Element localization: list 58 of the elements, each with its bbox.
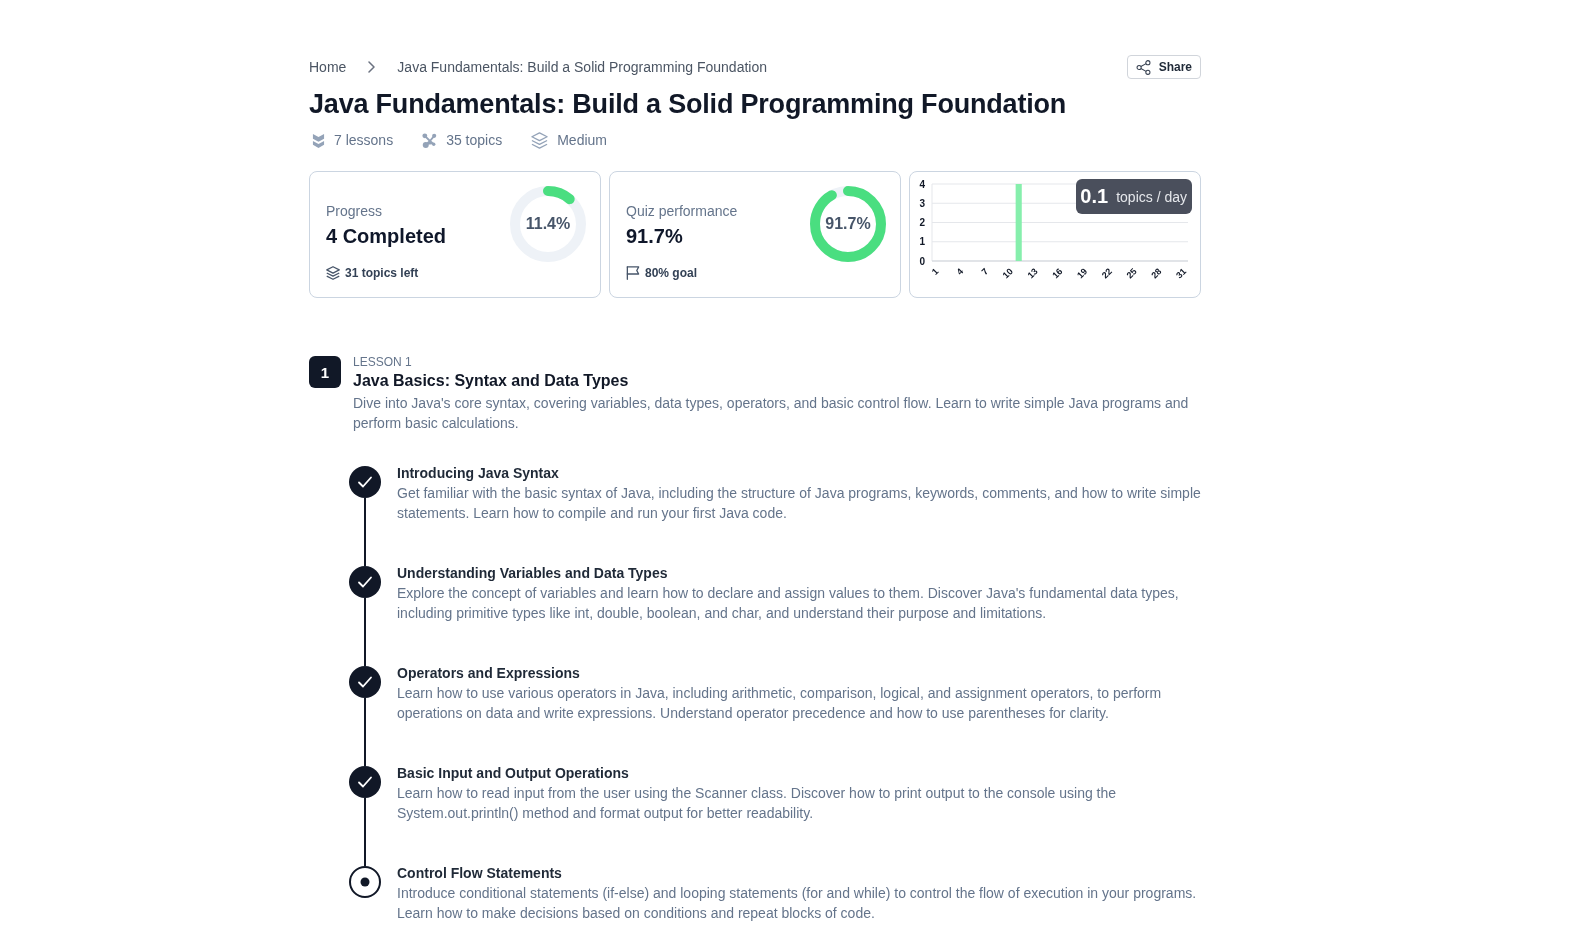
stat-value: 4 Completed (326, 224, 447, 248)
x-tick-label: 13 (1025, 266, 1040, 281)
x-tick-label: 4 (954, 266, 966, 277)
chevron-right-icon (368, 61, 376, 73)
x-tick-label: 16 (1050, 266, 1065, 281)
topic-description: Get familiar with the basic syntax of Java, including the structure of Java programs, keywords, comments, and how to write simple statements. Learn how to compile and run your first Java code. (397, 484, 1201, 523)
topic-count: 35 topics (446, 132, 503, 148)
lesson-label: LESSON 1 (353, 355, 413, 369)
layers-icon (326, 266, 340, 280)
y-tick-label: 1 (919, 236, 925, 248)
stat-footnote: 80% goal (645, 265, 698, 281)
topic-description: Explore the concept of variables and learn how to declare and assign values to them. Discover Java's fundamental data types, including primitive types like int, double, boolean, and char, and understand their purpose and limitations. (397, 584, 1180, 623)
x-tick-label: 19 (1075, 266, 1090, 281)
y-tick-label: 3 (919, 197, 925, 209)
x-tick-label: 22 (1099, 266, 1114, 281)
x-tick-label: 25 (1124, 266, 1139, 281)
lesson-count: 7 lessons (334, 132, 394, 148)
ring-percentage: 91.7% (825, 215, 871, 233)
flag-icon (626, 266, 640, 280)
timeline-connector (364, 798, 366, 866)
topic-description: Introduce conditional statements (if-else) and looping statements (for and while) to control the flow of execution in your programs. Learn how to make decisions based on conditions and repeat blocks of code. (397, 884, 1198, 923)
lesson-description: Dive into Java's core syntax, covering variables, data types, operators, and basic control flow. Learn to write simple Java programs and perform basic calculations. (353, 394, 1190, 433)
x-tick-label: 7 (979, 266, 991, 277)
topic-title: Control Flow Statements (397, 864, 563, 883)
lesson-title: Java Basics: Syntax and Data Types (353, 371, 630, 391)
topic-description: Learn how to use various operators in Java, including arithmetic, comparison, logical, and assignment operators, to perform operations on data and write expressions. Understand operator precedence and how to use parentheses for clarity. (397, 684, 1163, 723)
breadcrumb-link[interactable]: Home (309, 59, 347, 75)
topic-title: Operators and Expressions (397, 664, 581, 683)
y-tick-label: 0 (919, 255, 925, 267)
share-icon (1135, 59, 1151, 75)
ring-percentage: 11.4% (525, 215, 571, 233)
chevrons-down-icon (312, 132, 325, 148)
rate-unit: topics / day (1116, 188, 1187, 205)
topic-description: Learn how to read input from the user using the Scanner class. Discover how to print output to the console using the System.out.println() method and format output for better readability. (397, 784, 1118, 823)
y-tick-label: 2 (919, 217, 925, 228)
stat-label: Quiz performance (626, 203, 738, 219)
x-tick-label: 31 (1174, 266, 1189, 281)
y-tick-label: 4 (919, 180, 925, 190)
stat-label: Progress (326, 203, 384, 219)
share-button[interactable]: Share (1126, 55, 1201, 79)
topic-title: Understanding Variables and Data Types (397, 564, 669, 583)
course-title: Java Fundamentals: Build a Solid Programming Foundation (309, 88, 1068, 121)
x-tick-label: 1 (929, 266, 941, 277)
timeline-connector (364, 698, 366, 766)
difficulty-label: Medium (557, 132, 607, 148)
x-tick-label: 10 (1000, 266, 1015, 281)
topic-title: Basic Input and Output Operations (397, 764, 630, 783)
topic-title: Introducing Java Syntax (397, 464, 560, 483)
nodes-icon (422, 132, 438, 148)
lesson-number-badge: 1 (309, 356, 341, 388)
timeline-connector (364, 598, 366, 666)
stat-value: 91.7% (626, 224, 684, 248)
timeline-connector (364, 498, 366, 566)
layers-icon (531, 131, 549, 149)
x-tick-label: 28 (1149, 266, 1164, 281)
stat-footnote: 31 topics left (345, 265, 419, 281)
breadcrumb-current: Java Fundamentals: Build a Solid Programming Foundation (397, 59, 767, 75)
rate-value: 0.1 (1080, 185, 1109, 208)
